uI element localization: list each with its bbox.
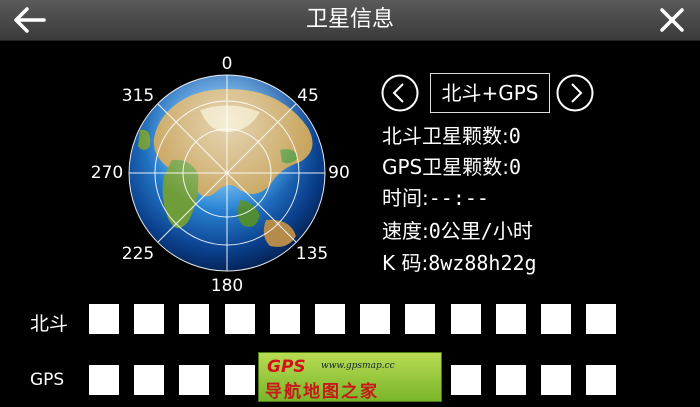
k-code-label: K 码: bbox=[382, 251, 429, 275]
satellite-signal-slot bbox=[360, 304, 391, 334]
satellite-signal-slot bbox=[541, 365, 571, 395]
k-code-line: K 码:8wz88h22g bbox=[382, 249, 537, 277]
speed-value: 0公里/小时 bbox=[428, 219, 533, 243]
satellite-signal-slot bbox=[315, 304, 345, 334]
chevron-left-icon bbox=[392, 83, 404, 103]
beidou-count-label: 北斗卫星颗数: bbox=[382, 124, 509, 148]
watermark-url: www.gpsmap.cc bbox=[321, 361, 395, 371]
satellite-signal-slot bbox=[89, 365, 119, 395]
beidou-row-label: 北斗 bbox=[30, 313, 69, 335]
satellite-signal-slot bbox=[586, 304, 617, 334]
watermark-gps-text: GPS bbox=[267, 357, 306, 377]
beidou-count-line: 北斗卫星颗数:0 bbox=[382, 122, 521, 150]
satellite-signal-slot bbox=[450, 304, 481, 334]
satellite-compass: 0 45 90 135 180 225 270 315 bbox=[80, 50, 360, 300]
satellite-signal-slot bbox=[134, 304, 165, 334]
gps-count-value: 0 bbox=[509, 155, 522, 179]
page-title: 卫星信息 bbox=[305, 7, 394, 32]
degree-180: 180 bbox=[210, 276, 244, 296]
watermark-logo: GPS www.gpsmap.cc 导航地图之家 bbox=[258, 352, 442, 402]
time-value: --:-- bbox=[428, 186, 489, 210]
speed-label: 速度: bbox=[382, 219, 429, 243]
title-bar: 卫星信息 bbox=[0, 0, 700, 41]
degree-0: 0 bbox=[221, 54, 233, 74]
degree-315: 315 bbox=[121, 86, 155, 106]
satellite-signal-slot bbox=[450, 365, 481, 395]
close-icon[interactable] bbox=[656, 4, 688, 36]
watermark-name: 导航地图之家 bbox=[265, 382, 379, 402]
degree-270: 270 bbox=[90, 163, 124, 183]
degree-90: 90 bbox=[328, 163, 350, 183]
gps-count-label: GPS卫星颗数: bbox=[382, 155, 509, 179]
satellite-signal-slot bbox=[134, 365, 165, 395]
gps-row-label: GPS bbox=[30, 370, 65, 390]
satellite-mode-label: 北斗+GPS bbox=[430, 73, 550, 113]
satellite-signal-slot bbox=[405, 304, 436, 334]
satellite-signal-slot bbox=[224, 365, 255, 395]
time-label: 时间: bbox=[382, 186, 429, 210]
satellite-signal-slot bbox=[541, 304, 571, 334]
degree-45: 45 bbox=[297, 86, 319, 106]
speed-line: 速度:0公里/小时 bbox=[382, 217, 533, 245]
next-mode-button[interactable] bbox=[556, 74, 594, 112]
beidou-count-value: 0 bbox=[508, 124, 521, 148]
satellite-signal-slot bbox=[89, 304, 119, 334]
satellite-signal-slot bbox=[179, 304, 210, 334]
prev-mode-button[interactable] bbox=[381, 74, 419, 112]
gps-count-line: GPS卫星颗数:0 bbox=[382, 153, 521, 181]
satellite-signal-slot bbox=[495, 365, 526, 395]
satellite-signal-slot bbox=[495, 304, 526, 334]
time-line: 时间:--:-- bbox=[382, 184, 489, 212]
degree-225: 225 bbox=[121, 244, 155, 264]
chevron-right-icon bbox=[571, 83, 583, 103]
satellite-signal-slot bbox=[179, 365, 210, 395]
satellite-signal-slot bbox=[586, 365, 617, 395]
degree-135: 135 bbox=[295, 244, 329, 264]
satellite-signal-slot bbox=[269, 304, 300, 334]
k-code-value: 8wz88h22g bbox=[428, 251, 537, 275]
satellite-signal-slot bbox=[224, 304, 255, 334]
